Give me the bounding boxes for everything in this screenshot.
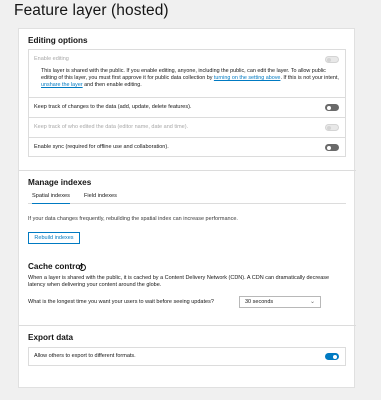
cache-duration-select[interactable]: 30 seconds ⌄ [239,296,321,308]
editing-options-box: Enable editing This layer is shared with… [28,49,346,157]
enable-editing-label: Enable editing [34,56,69,62]
allow-export-toggle[interactable] [325,353,339,360]
toggle-knob [327,105,331,110]
export-box: Allow others to export to different form… [28,347,346,366]
track-who-toggle [325,124,339,131]
track-who-row: Keep track of who edited the data (edito… [29,117,345,137]
tab-spatial-indexes[interactable]: Spatial indexes [32,192,70,204]
track-changes-label: Keep track of changes to the data (add, … [34,104,192,110]
notice-text-3: and then enable editing. [84,82,142,88]
notice-text-2: . If this is not your intent, [280,75,339,81]
chevron-down-icon: ⌄ [309,298,315,305]
section-divider [19,170,356,171]
manage-indexes-title: Manage indexes [28,178,92,187]
enable-sync-label: Enable sync (required for offline use an… [34,144,169,150]
toggle-knob [327,145,331,150]
cache-description: When a layer is shared with the public, … [28,275,330,288]
info-icon[interactable]: i [79,264,86,271]
allow-export-label: Allow others to export to different form… [34,353,136,359]
rebuild-indexes-button[interactable]: Rebuild indexes [28,232,80,244]
enable-sync-toggle[interactable] [325,144,339,151]
spatial-index-helper: If your data changes frequently, rebuild… [28,216,238,222]
track-changes-row: Keep track of changes to the data (add, … [29,97,345,117]
track-who-label: Keep track of who edited the data (edito… [34,124,189,130]
enable-editing-row: Enable editing This layer is shared with… [29,50,345,97]
section-divider [19,325,356,326]
page-title: Feature layer (hosted) [14,2,169,19]
unshare-layer-link[interactable]: unshare the layer [41,82,83,88]
index-tabs: Spatial indexes Field indexes [28,192,346,204]
settings-card: Editing options Enable editing This laye… [18,28,356,388]
track-changes-toggle[interactable] [325,104,339,111]
toggle-knob [326,57,331,62]
turn-on-setting-link[interactable]: turning on the setting above [214,75,281,81]
cache-duration-value: 30 seconds [245,299,274,305]
toggle-knob [333,354,337,359]
editing-options-title: Editing options [28,36,88,45]
tab-field-indexes[interactable]: Field indexes [84,192,117,204]
allow-export-row: Allow others to export to different form… [29,348,345,365]
enable-sync-row: Enable sync (required for offline use an… [29,137,345,156]
cache-control-title: Cache control [28,262,83,271]
public-editing-notice: This layer is shared with the public. If… [41,68,341,89]
enable-editing-toggle [325,56,339,63]
toggle-knob [326,125,331,130]
export-data-title: Export data [28,333,74,342]
cache-question: What is the longest time you want your u… [28,299,214,305]
